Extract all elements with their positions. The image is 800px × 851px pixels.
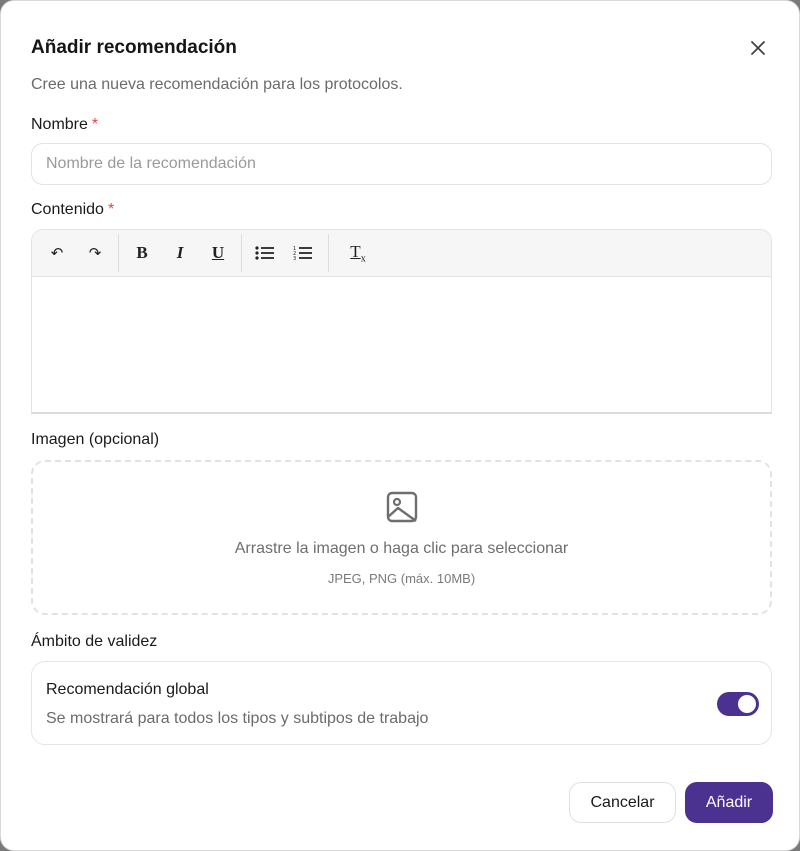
name-label-text: Nombre <box>31 116 88 133</box>
editor-content-area[interactable] <box>32 277 771 412</box>
undo-button[interactable]: ↶ <box>38 236 76 270</box>
dialog-subtitle: Cree una nueva recomendación para los pr… <box>31 76 403 93</box>
svg-text:3: 3 <box>293 256 296 261</box>
toolbar-divider <box>328 234 329 272</box>
name-label: Nombre * <box>31 116 98 134</box>
global-scope-card: Recomendación global Se mostrará para to… <box>31 661 772 745</box>
global-scope-title: Recomendación global <box>46 681 209 698</box>
clear-format-subscript: x <box>360 253 366 265</box>
numbered-list-icon: 1 2 3 <box>293 246 312 261</box>
numbered-list-button[interactable]: 1 2 3 <box>284 236 322 270</box>
bullet-list-icon <box>255 246 274 260</box>
redo-icon: ↷ <box>88 244 102 262</box>
toolbar-divider <box>118 234 119 272</box>
clear-format-button[interactable]: Tx <box>339 236 377 270</box>
bold-button[interactable]: B <box>123 236 161 270</box>
undo-icon: ↶ <box>50 244 64 262</box>
editor-toolbar: ↶ ↷ B I U 1 2 3 Tx <box>32 230 771 277</box>
rich-text-editor: ↶ ↷ B I U 1 2 3 Tx <box>31 229 772 414</box>
required-mark: * <box>107 201 115 218</box>
italic-icon: I <box>176 243 184 262</box>
global-scope-description: Se mostrará para todos los tipos y subti… <box>46 710 429 727</box>
global-scope-toggle[interactable] <box>717 692 759 716</box>
bullet-list-button[interactable] <box>246 236 284 270</box>
clear-format-letter: T <box>350 241 361 261</box>
bold-icon: B <box>136 243 148 262</box>
image-label: Imagen (opcional) <box>31 431 160 448</box>
close-button[interactable] <box>745 35 771 61</box>
add-button[interactable]: Añadir <box>685 782 773 823</box>
cancel-button[interactable]: Cancelar <box>569 782 676 823</box>
toolbar-divider <box>241 234 242 272</box>
underline-icon: U <box>211 243 225 262</box>
underline-button[interactable]: U <box>199 236 237 270</box>
italic-button[interactable]: I <box>161 236 199 270</box>
scope-label: Ámbito de validez <box>31 633 158 650</box>
clear-format-icon: Tx <box>350 242 365 264</box>
required-mark: * <box>91 116 99 133</box>
add-recommendation-dialog: Añadir recomendación Cree una nueva reco… <box>0 0 800 851</box>
dialog-title: Añadir recomendación <box>31 37 237 58</box>
toggle-knob <box>738 695 756 713</box>
dropzone-text: Arrastre la imagen o haga clic para sele… <box>234 540 569 557</box>
name-input[interactable] <box>31 143 772 185</box>
content-label-text: Contenido <box>31 201 104 218</box>
dropzone-hint: JPEG, PNG (máx. 10MB) <box>327 571 476 586</box>
content-label: Contenido * <box>31 201 114 219</box>
image-icon <box>386 491 418 523</box>
close-icon <box>751 41 765 55</box>
redo-button[interactable]: ↷ <box>76 236 114 270</box>
image-dropzone[interactable]: Arrastre la imagen o haga clic para sele… <box>31 460 772 615</box>
